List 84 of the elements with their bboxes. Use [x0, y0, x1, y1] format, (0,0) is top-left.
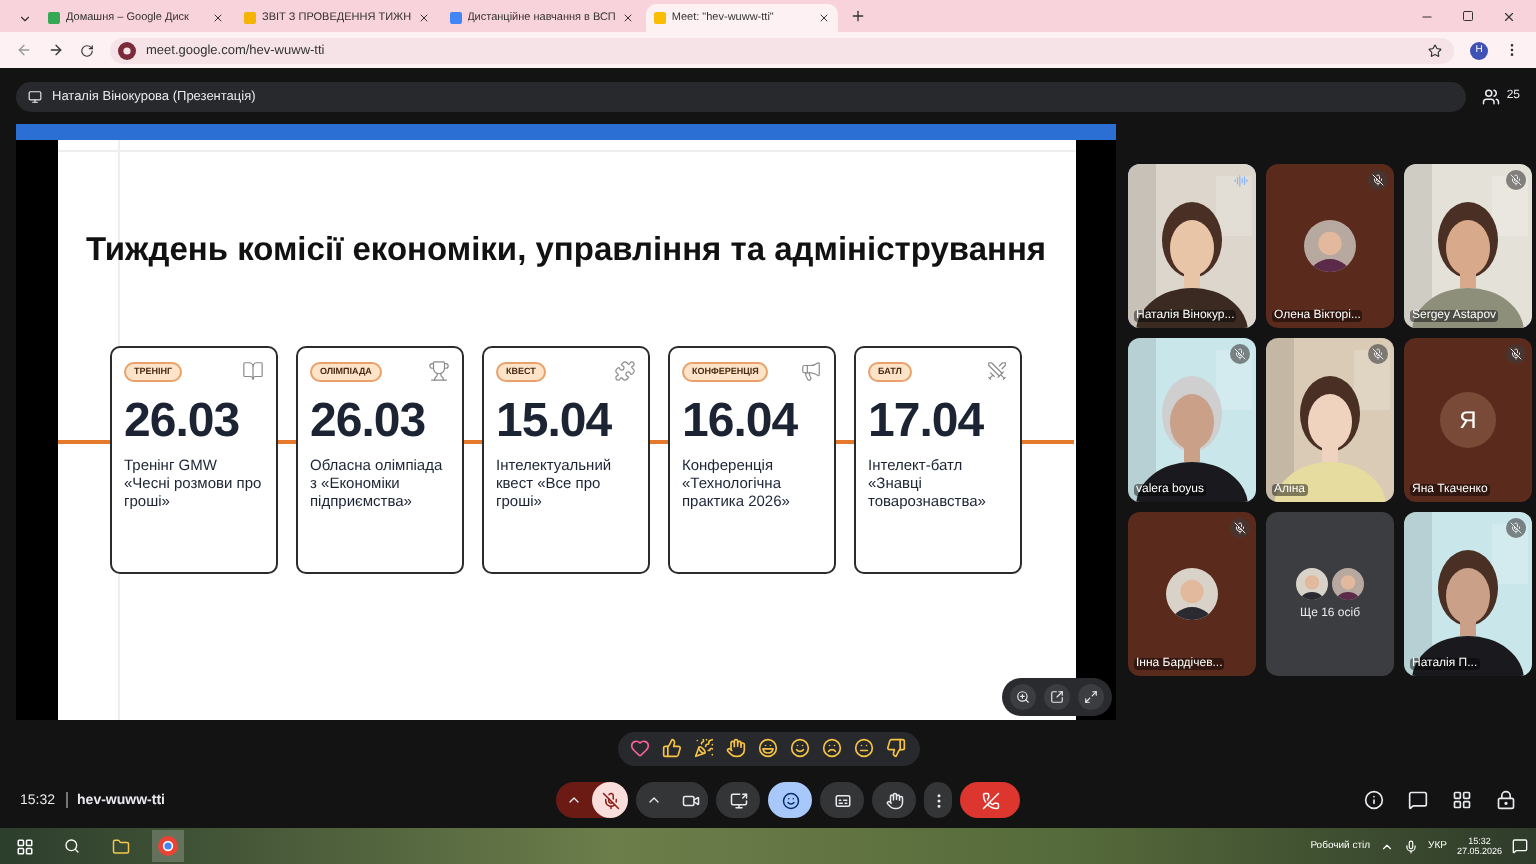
reload-icon[interactable]: [80, 43, 94, 57]
reaction-button[interactable]: [821, 737, 843, 759]
leave-call-button[interactable]: [960, 782, 1020, 818]
zoom-icon: [1016, 690, 1030, 704]
mic-off-icon: [601, 791, 619, 809]
party-popper-icon: [693, 737, 713, 757]
tab-favicon-icon: [48, 12, 60, 24]
pop-out-button[interactable]: [1044, 684, 1070, 710]
captions-icon: [833, 791, 851, 809]
smiley-face-icon: [789, 737, 809, 757]
forward-icon[interactable]: [48, 42, 64, 58]
hand-icon: [885, 791, 903, 809]
new-tab-icon[interactable]: [849, 8, 866, 24]
people-icon[interactable]: [1482, 87, 1501, 105]
more-options-button[interactable]: [924, 782, 952, 818]
close-icon[interactable]: [817, 12, 830, 24]
event-date: 15.04: [496, 394, 614, 450]
event-date: 26.03: [124, 394, 242, 450]
smiley-icon: [781, 791, 799, 809]
maximize-icon[interactable]: [1462, 9, 1474, 21]
chevron-up-icon: [646, 792, 662, 808]
avatar-initial: Я: [1440, 392, 1496, 448]
trophy-icon: [428, 360, 450, 382]
microphone-button[interactable]: [592, 782, 628, 818]
event-date: 26.03: [310, 394, 428, 450]
chat-icon[interactable]: [1408, 790, 1428, 810]
laughing-face-icon: [757, 737, 777, 757]
book-icon: [242, 360, 264, 382]
event-date: 16.04: [682, 394, 800, 450]
screen-share-icon: [729, 791, 747, 809]
swords-icon: [986, 360, 1008, 382]
neutral-face-icon: [853, 737, 873, 757]
thumbs-up-icon: [661, 737, 681, 757]
hand-icon: [725, 737, 745, 757]
zoom-button[interactable]: [1010, 684, 1036, 710]
reaction-button[interactable]: [725, 737, 747, 759]
site-icon: [118, 41, 136, 59]
video-camera-icon: [681, 791, 699, 809]
chevron-up-icon: [566, 792, 582, 808]
browser-button[interactable]: [152, 830, 184, 862]
info-icon[interactable]: [1364, 790, 1384, 810]
reactions-button[interactable]: [768, 782, 812, 818]
fullscreen-button[interactable]: [1078, 684, 1104, 710]
grid-icon[interactable]: [1452, 790, 1472, 810]
pop-out-icon: [1050, 690, 1064, 704]
close-icon[interactable]: [1502, 9, 1516, 23]
bookmark-icon[interactable]: [1428, 43, 1442, 57]
avatar: [1296, 568, 1328, 600]
tab-favicon-icon: [449, 12, 462, 24]
slide-title: Тиждень комісії економіки, управління та адміністрування: [85, 232, 1047, 270]
reaction-button[interactable]: [853, 737, 875, 759]
lock-icon[interactable]: [1496, 790, 1516, 810]
captions-button[interactable]: [820, 782, 864, 818]
browser-icon: [158, 836, 178, 856]
folder-icon: [111, 837, 129, 855]
phone-off-icon: [981, 791, 999, 809]
fullscreen-icon: [1084, 690, 1098, 704]
megaphone-icon: [800, 360, 822, 382]
close-icon[interactable]: [212, 12, 224, 24]
presentation-icon: [28, 89, 42, 103]
tray-expand-icon[interactable]: [1380, 839, 1395, 853]
notifications-icon[interactable]: [1512, 838, 1528, 854]
thumbs-down-icon: [885, 737, 905, 757]
heart-icon: [629, 737, 649, 757]
sad-face-icon: [821, 737, 841, 757]
reaction-button[interactable]: [693, 737, 715, 759]
search-icon: [64, 838, 80, 854]
event-date: 17.04: [868, 394, 986, 450]
reaction-button[interactable]: [757, 737, 779, 759]
raise-hand-button[interactable]: [872, 782, 916, 818]
reaction-button[interactable]: [789, 737, 811, 759]
avatar: [1304, 220, 1356, 272]
tab-favicon-icon: [653, 12, 666, 24]
close-icon[interactable]: [621, 12, 634, 24]
reaction-button[interactable]: [661, 737, 683, 759]
microphone-icon[interactable]: [1404, 839, 1419, 853]
close-icon[interactable]: [417, 12, 430, 24]
reaction-button[interactable]: [885, 737, 907, 759]
avatar: [1166, 568, 1218, 620]
tab-favicon-icon: [244, 12, 256, 24]
present-button[interactable]: [716, 782, 760, 818]
reaction-button[interactable]: [629, 737, 651, 759]
avatar: [1332, 568, 1364, 600]
puzzle-icon: [614, 360, 636, 382]
